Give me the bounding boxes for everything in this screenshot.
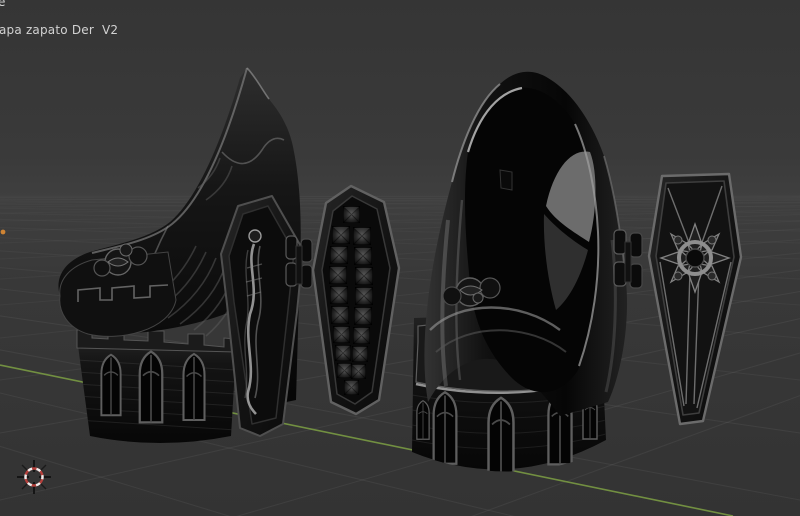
left-castle-base [76, 329, 237, 443]
studded-coffin-lid[interactable] [311, 184, 401, 416]
rosette-ornament [659, 222, 731, 294]
viewport-canvas [0, 67, 800, 516]
overlay-object-name: apa zapato Der V2 [0, 23, 119, 37]
object-origin-dot [0, 229, 6, 235]
3d-cursor-icon [17, 460, 51, 494]
right-shoe-body [424, 71, 628, 416]
3d-viewport[interactable]: e apa zapato Der V2 [0, 0, 800, 516]
overlay-collection-partial: e [0, 0, 6, 9]
right-shoe[interactable] [412, 71, 643, 476]
left-shoe[interactable] [58, 67, 313, 443]
rosette-coffin-lid[interactable] [647, 172, 743, 426]
